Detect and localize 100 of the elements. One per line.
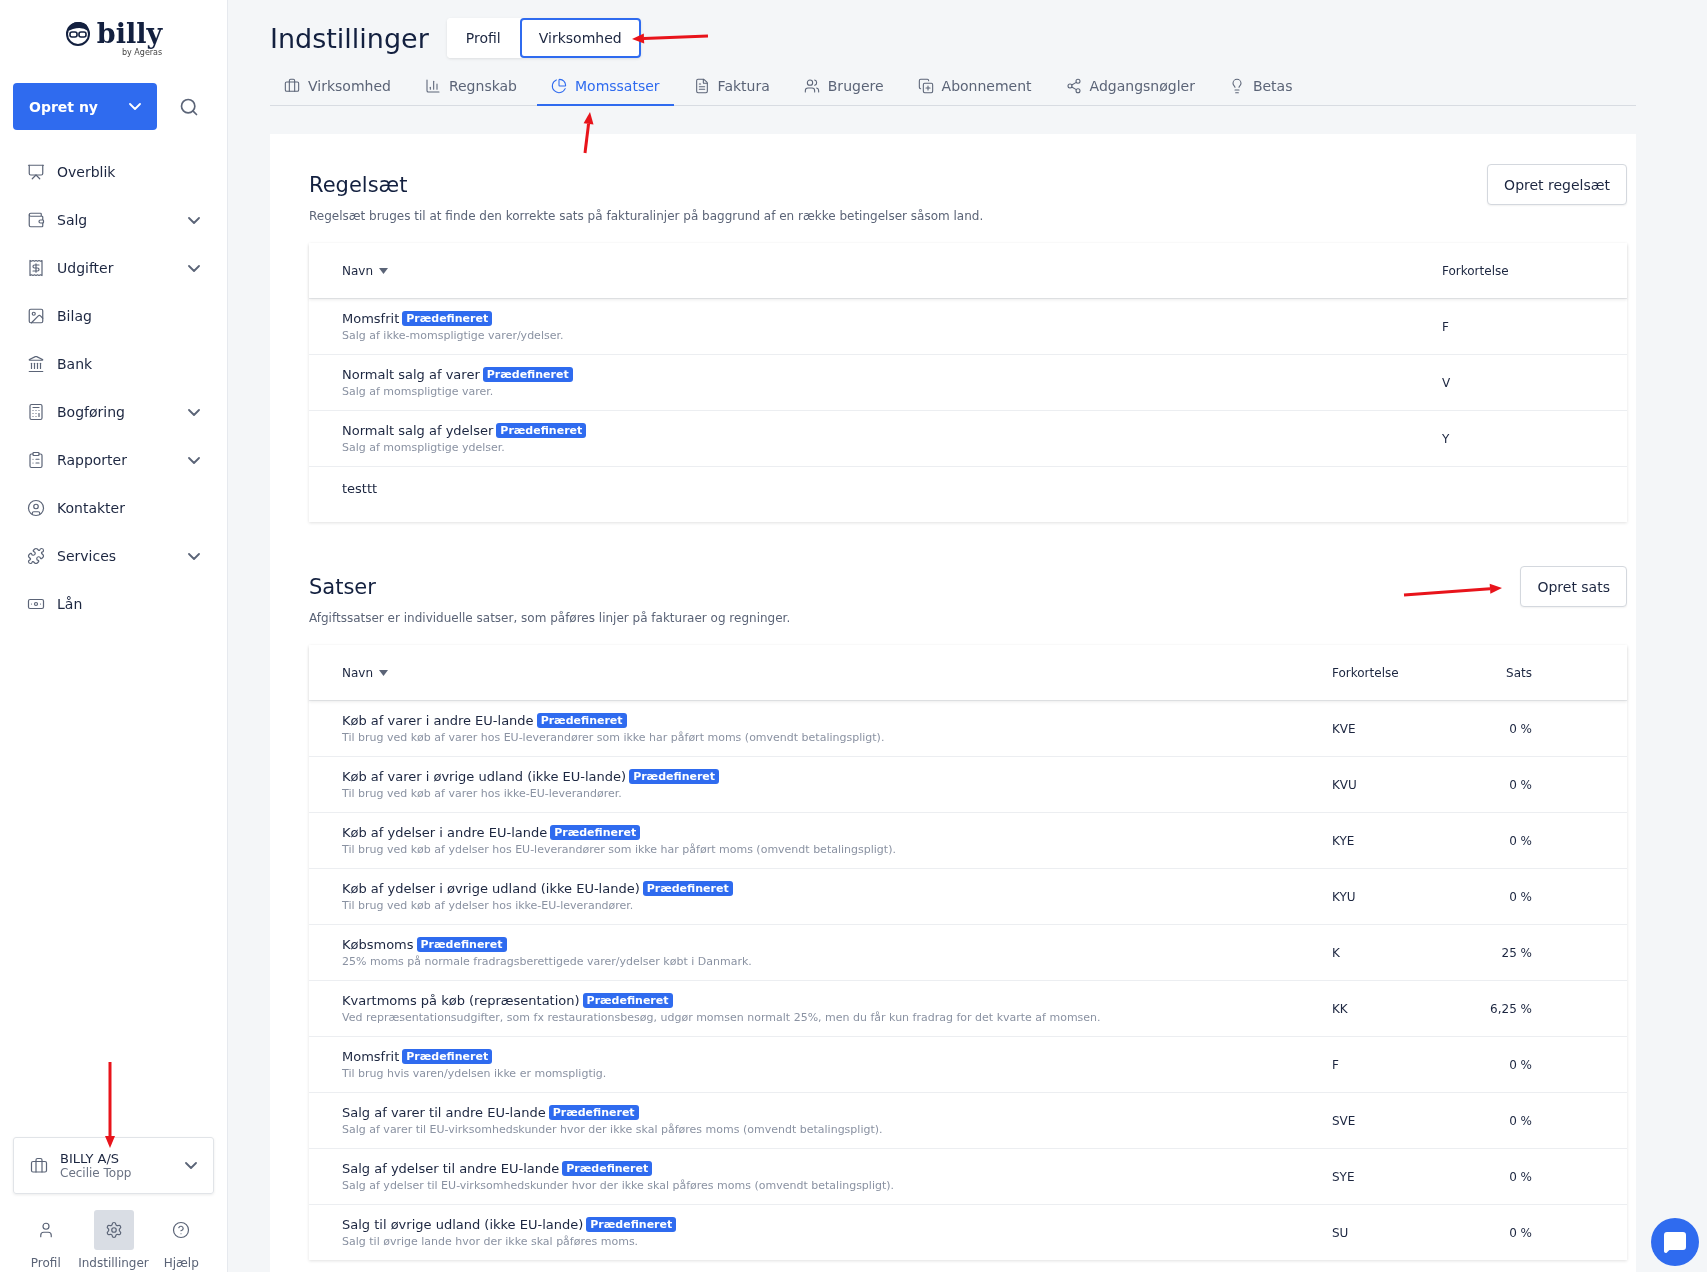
chat-button[interactable]: [1651, 1218, 1699, 1266]
rate-description: Salg af ikke-momspligtige varer/ydelser.: [342, 329, 565, 342]
predefined-badge: Prædefineret: [402, 311, 493, 326]
predefined-badge: Prædefineret: [629, 769, 720, 784]
chevron-down-icon: [188, 408, 200, 416]
rate-name: Købsmoms: [342, 937, 414, 952]
rate-description: 25% moms på normale fradragsberettigede varer/ydelser købt i Danmark.: [342, 955, 753, 968]
predefined-badge: Prædefineret: [550, 825, 641, 840]
settings-tab[interactable]: Regnskab: [410, 70, 531, 106]
rate-description: Salg af momspligtige ydelser.: [342, 441, 506, 454]
company-switcher[interactable]: BILLY A/S Cecilie Topp: [13, 1137, 214, 1194]
abbreviation-cell-text: KK: [1332, 1001, 1349, 1016]
bar-chart-icon: [424, 78, 441, 94]
nav-item[interactable]: Overblik: [13, 148, 214, 196]
settings-tab[interactable]: Faktura: [679, 70, 784, 106]
sort-caret-icon: [379, 669, 389, 676]
chevron-down-icon: [188, 552, 200, 560]
nav-item[interactable]: Salg: [13, 196, 214, 244]
rate-name: Kvartmoms på køb (repræsentation): [342, 993, 580, 1008]
settings-tab[interactable]: Virksomhed: [270, 70, 405, 106]
rate-name: Køb af ydelser i øvrige udland (ikke EU-lande): [342, 881, 640, 896]
create-new-button[interactable]: Opret ny: [13, 83, 157, 130]
rate-cell-text: 25 %: [1500, 945, 1532, 960]
bottom-nav-label: Hjælp: [163, 1256, 199, 1270]
company-name: BILLY A/S: [60, 1151, 121, 1166]
bottom-nav-button[interactable]: [93, 1210, 134, 1250]
annotation-arrow: [583, 112, 594, 154]
logo-wordmark: billy: [96, 20, 163, 48]
search-icon[interactable]: [179, 96, 199, 117]
chevron-down-icon: [188, 456, 200, 464]
rate-description: Til brug ved køb af varer hos EU-leverandører som ikke har påført moms (omvendt betalingspligt).: [342, 731, 886, 744]
predefined-badge: Prædefineret: [416, 937, 507, 952]
nav-item[interactable]: Rapporter: [13, 436, 214, 484]
abbreviation-cell-text: KYU: [1332, 889, 1357, 904]
sort-caret-icon: [379, 267, 389, 274]
rate-cell-text: 0 %: [1508, 1057, 1532, 1072]
chat-icon: [1663, 1230, 1687, 1254]
settings-icon: [104, 1221, 123, 1239]
nav-item[interactable]: Bank: [13, 340, 214, 388]
wallet-icon: [27, 211, 45, 229]
nav-item[interactable]: Bilag: [13, 292, 214, 340]
rate-cell-text: 0 %: [1508, 1169, 1532, 1184]
image-icon: [27, 307, 45, 325]
segment-button[interactable]: Profil: [446, 18, 520, 58]
settings-tab[interactable]: Adgangsnøgler: [1051, 70, 1209, 106]
predefined-badge: Prædefineret: [536, 713, 627, 728]
rate-description: Salg af ydelser til EU-virksomhedskunder hvor der ikke skal påføres moms (omvendt betalingspligt).: [342, 1179, 896, 1192]
create-rate-button[interactable]: Opret sats: [1520, 566, 1627, 607]
predefined-badge: Prædefineret: [562, 1161, 653, 1176]
nav-item[interactable]: Kontakter: [13, 484, 214, 532]
bank-icon: [27, 355, 45, 373]
abbreviation-cell-text: K: [1332, 945, 1341, 960]
predefined-badge: Prædefineret: [582, 993, 673, 1008]
share-icon: [1065, 78, 1082, 94]
predefined-badge: Prædefineret: [496, 423, 587, 438]
abbreviation-cell-text: SU: [1332, 1225, 1350, 1240]
nav-item[interactable]: Udgifter: [13, 244, 214, 292]
abbreviation-cell-text: SVE: [1332, 1113, 1357, 1128]
rate-cell-text: 0 %: [1508, 721, 1532, 736]
settings-tab[interactable]: Betas: [1214, 70, 1307, 106]
rate-cell-text: 0 %: [1508, 777, 1532, 792]
rate-name: testtt: [342, 481, 378, 496]
create-ruleset-button[interactable]: Opret regelsæt: [1487, 164, 1627, 205]
segment-button[interactable]: Virksomhed: [519, 18, 641, 58]
calculator-icon: [27, 403, 45, 421]
settings-tab[interactable]: Brugere: [789, 70, 898, 106]
predefined-badge: Prædefineret: [482, 367, 573, 382]
nav-item[interactable]: Lån: [13, 580, 214, 628]
column-header[interactable]: Navn: [342, 665, 1332, 680]
column-header[interactable]: Navn: [342, 263, 1442, 278]
section-title: Satser: [309, 574, 376, 599]
logo-icon: [64, 20, 91, 46]
rate-description: Salg af varer til EU-virksomhedskunder hvor der ikke skal påføres moms (omvendt betalingspligt).: [342, 1123, 884, 1136]
rate-cell-text: 0 %: [1508, 1113, 1532, 1128]
bottom-nav-label: Indstillinger: [78, 1256, 149, 1270]
nav-item[interactable]: Services: [13, 532, 214, 580]
column-header: Forkortelse: [1332, 665, 1400, 680]
abbreviation-cell-text: F: [1332, 1057, 1340, 1072]
settings-tab[interactable]: Abonnement: [903, 70, 1046, 106]
bottom-nav-label: Profil: [30, 1256, 61, 1270]
document-icon: [693, 78, 710, 94]
rate-name: Salg til øvrige udland (ikke EU-lande): [342, 1217, 584, 1232]
rate-name: Køb af varer i øvrige udland (ikke EU-lande): [342, 769, 627, 784]
predefined-badge: Prædefineret: [548, 1105, 639, 1120]
section-description: Regelsæt bruges til at finde den korrekte sats på fakturalinjer på baggrund af en række betingelser såsom land.: [309, 209, 985, 223]
abbreviation-cell-text: F: [1442, 319, 1450, 334]
copy-icon: [917, 78, 934, 94]
clipboard-icon: [27, 451, 45, 469]
column-header: Forkortelse: [1442, 263, 1510, 278]
abbreviation-cell-text: KVU: [1332, 777, 1358, 792]
settings-tab[interactable]: Momssatser: [537, 70, 674, 106]
pie-chart-icon: [551, 78, 567, 94]
chevron-down-icon: [188, 216, 200, 224]
briefcase-icon: [284, 78, 300, 94]
rate-cell-text: 0 %: [1508, 1225, 1532, 1240]
rate-name: Normalt salg af ydelser: [342, 423, 494, 438]
abbreviation-cell-text: KVE: [1332, 721, 1357, 736]
rate-name: Salg af varer til andre EU-lande: [342, 1105, 546, 1120]
chevron-down-icon: [185, 1162, 197, 1169]
nav-item[interactable]: Bogføring: [13, 388, 214, 436]
